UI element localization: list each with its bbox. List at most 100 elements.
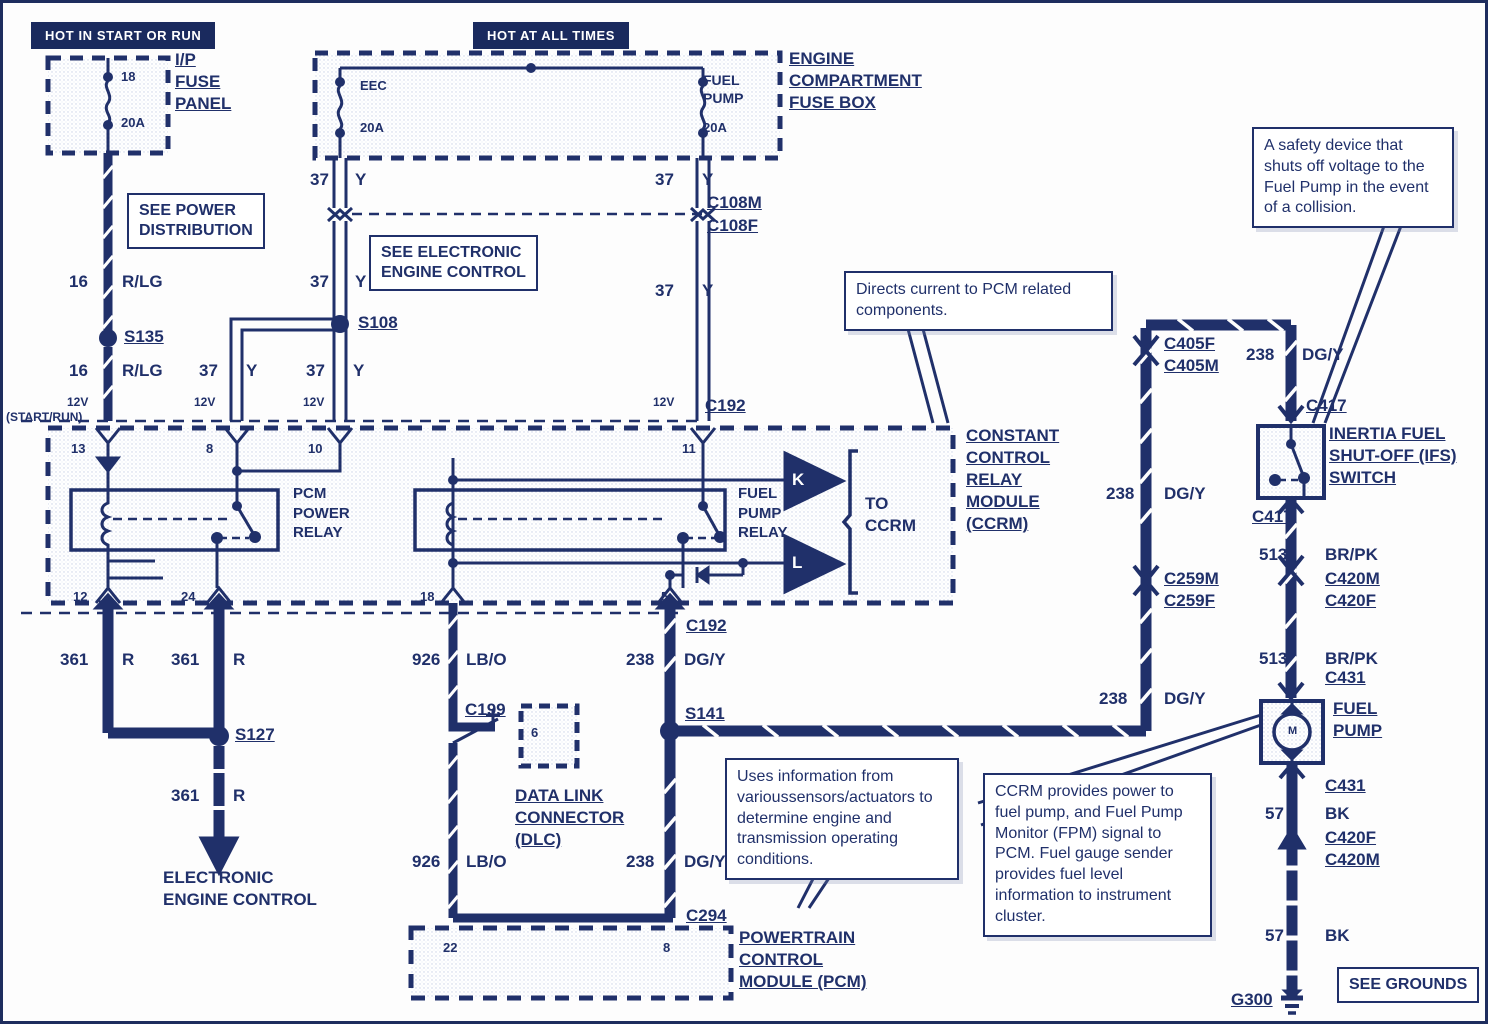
- wire-513-lower-number: 513: [1259, 649, 1288, 668]
- splice-S127-dot: [209, 726, 229, 746]
- pcm-power-relay-label: PCM POWER RELAY: [293, 485, 350, 541]
- wire-361-s127-number: 361: [171, 786, 200, 805]
- wire-37-s108l-color: Y: [246, 361, 258, 380]
- ccrm-pin-11: 11: [682, 441, 696, 456]
- wire-926-lower-number: 926: [412, 852, 441, 871]
- wire-16b-color: R/LG: [122, 361, 163, 380]
- ip-fuse-number: 18: [121, 69, 136, 84]
- wire-37-eec2-number: 37: [310, 272, 329, 291]
- dlc-pin-6: 6: [531, 725, 539, 740]
- wire-926-upper-number: 926: [412, 650, 441, 669]
- wire-37-s108r-color: Y: [353, 361, 365, 380]
- wire-16-color: R/LG: [122, 272, 163, 291]
- ccrm-arrow-l-label: L: [792, 553, 803, 572]
- wire-238-s141-color: DG/Y: [1164, 689, 1206, 708]
- fuel-pump-relay-label: FUEL PUMP RELAY: [738, 485, 788, 541]
- wire-513-upper-number: 513: [1259, 545, 1288, 564]
- wire-361-pin24-color: R: [233, 650, 246, 669]
- see-power-distribution-box[interactable]: SEE POWER DISTRIBUTION: [127, 193, 265, 249]
- connector-C259M: C259M: [1164, 569, 1219, 588]
- connector-C417-top: C417: [1306, 396, 1347, 415]
- wire-57-upper-color: BK: [1325, 804, 1350, 823]
- ifs-callout: A safety device that shuts off voltage t…: [1252, 127, 1454, 229]
- connector-C192-top: C192: [705, 396, 746, 415]
- wire-238-s141-number: 238: [1099, 689, 1128, 708]
- connector-C192-bottom: C192: [686, 616, 727, 635]
- wire-361-pin12-color: R: [122, 650, 135, 669]
- pcm-callout: Uses information from varioussensors/act…: [725, 758, 959, 880]
- dlc-label: DATA LINK CONNECTOR (DLC): [515, 786, 625, 850]
- splice-S141-label: S141: [685, 704, 725, 723]
- wire-238-c405-number: 238: [1246, 345, 1275, 364]
- wire-361-pin12-number: 361: [60, 650, 89, 669]
- connector-C420F-lower: C420F: [1325, 828, 1377, 847]
- wire-238-pin5-number: 238: [626, 650, 655, 669]
- connector-C431-lower: C431: [1325, 776, 1366, 795]
- voltage-12v-pin8: 12V: [194, 395, 216, 409]
- wire-37-eec-color: Y: [355, 170, 367, 189]
- wire-238-pcm-color: DG/Y: [684, 852, 726, 871]
- ip-fuse-panel-label: I/P FUSE PANEL: [175, 50, 232, 114]
- eec-fuse-name: EEC: [360, 78, 387, 93]
- pcm-label: POWERTRAIN CONTROL MODULE (PCM): [739, 928, 867, 992]
- banner-hot-in-start-or-run: HOT IN START OR RUN: [31, 22, 216, 49]
- connector-C405F: C405F: [1164, 334, 1216, 353]
- engine-compartment-fuse-box-label: ENGINE COMPARTMENT FUSE BOX: [789, 49, 922, 113]
- see-electronic-engine-control-box[interactable]: SEE ELECTRONIC ENGINE CONTROL: [369, 235, 538, 291]
- dlc-box: [518, 703, 580, 769]
- wire-37-fp2-color: Y: [702, 281, 714, 300]
- fuel-pump-fuse-rating: 20A: [703, 120, 727, 135]
- ccrm-pin-12: 12: [73, 589, 88, 604]
- wire-238-c405-color: DG/Y: [1302, 345, 1344, 364]
- electronic-engine-control-destination: ELECTRONIC ENGINE CONTROL: [163, 868, 317, 910]
- wire-16b-number: 16: [69, 361, 88, 380]
- wire-238-pin5-color: DG/Y: [684, 650, 726, 669]
- splice-S127-label: S127: [235, 725, 275, 744]
- voltage-12v-pin11: 12V: [653, 395, 675, 409]
- wire-513-lower-color: BR/PK: [1325, 649, 1378, 668]
- wiring-diagram-page: HOT IN START OR RUN HOT AT ALL TIMES I/P…: [0, 0, 1488, 1024]
- voltage-start-run-note: (START/RUN): [6, 410, 83, 424]
- wire-37-eec-number: 37: [310, 170, 329, 189]
- fuel-pump-label: FUEL PUMP: [1333, 699, 1383, 741]
- wire-57-lower-color: BK: [1325, 926, 1350, 945]
- ccrm-pin-18: 18: [420, 589, 435, 604]
- wire-37-s108r-number: 37: [306, 361, 325, 380]
- wire-238-pcm-number: 238: [626, 852, 655, 871]
- ip-fuse-rating: 20A: [121, 115, 145, 130]
- connector-C420M-upper: C420M: [1325, 569, 1380, 588]
- ccrm-pin-5: 5: [661, 589, 669, 604]
- to-ccrm-label: TO CCRM: [865, 494, 916, 536]
- ccrm-arrow-k-label: K: [792, 470, 805, 489]
- wire-926-upper-color: LB/O: [466, 650, 507, 669]
- ccrm-pin-24: 24: [181, 589, 196, 604]
- connector-C259F: C259F: [1164, 591, 1216, 610]
- connector-C199: C199: [465, 700, 506, 719]
- ccrm-callout: Directs current to PCM related component…: [844, 271, 1113, 331]
- connector-C108F: C108F: [707, 216, 759, 235]
- connector-C431-upper: C431: [1325, 668, 1366, 687]
- wire-57-lower-number: 57: [1265, 926, 1284, 945]
- eec-fuse-rating: 20A: [360, 120, 384, 135]
- ifs-switch-label: INERTIA FUEL SHUT-OFF (IFS) SWITCH: [1329, 424, 1457, 488]
- ground-g300-label: G300: [1231, 990, 1273, 1009]
- see-grounds-box[interactable]: SEE GROUNDS: [1337, 967, 1480, 1003]
- wire-238-c259-color: DG/Y: [1164, 484, 1206, 503]
- connector-C420M-lower: C420M: [1325, 850, 1380, 869]
- fuel-pump-fuse-name: FUEL PUMP: [703, 72, 744, 107]
- wire-37-s108l-number: 37: [199, 361, 218, 380]
- wire-361-pin24-number: 361: [171, 650, 200, 669]
- connector-C294: C294: [686, 906, 727, 925]
- pcm-pin-8: 8: [663, 940, 671, 955]
- wire-513-upper-color: BR/PK: [1325, 545, 1378, 564]
- ccrm-pin-8: 8: [206, 441, 214, 456]
- connector-C417-bottom: C417: [1252, 507, 1293, 526]
- pcm-pin-22: 22: [443, 940, 458, 955]
- pcm-box: [408, 925, 734, 1001]
- connector-C405M: C405M: [1164, 356, 1219, 375]
- ccrm-pin-13: 13: [71, 441, 86, 456]
- wire-37-eec2-color: Y: [355, 272, 367, 291]
- fuel-pump-callout: CCRM provides power to fuel pump, and Fu…: [983, 773, 1212, 937]
- wire-37-fp-number: 37: [655, 170, 674, 189]
- wire-16-number: 16: [69, 272, 88, 291]
